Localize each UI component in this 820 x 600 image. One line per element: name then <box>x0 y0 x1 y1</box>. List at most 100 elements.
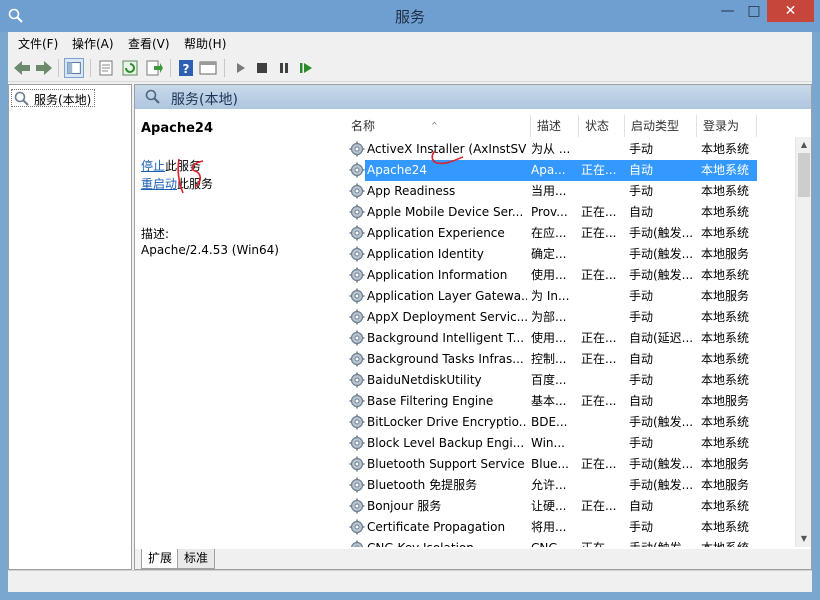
service-status: 正在... <box>581 268 617 282</box>
scroll-down-arrow-icon[interactable]: ▼ <box>796 531 811 547</box>
service-name: BaiduNetdiskUtility <box>367 373 482 387</box>
toolbar-separator <box>90 59 91 77</box>
description-text: Apache/2.4.53 (Win64) <box>141 243 279 257</box>
service-startup-type: 手动(触发... <box>629 538 693 547</box>
menu-file[interactable]: 文件(F) <box>18 35 58 52</box>
services-list: 名称 ^ 描述 状态 启动类型 登录为 ActiveX Installer (A… <box>345 109 811 547</box>
column-header-name[interactable]: 名称 ^ <box>345 115 531 137</box>
service-row[interactable]: ActiveX Installer (AxInstSV) 为从 ... 手动 本地系统 <box>345 139 795 160</box>
service-gear-icon <box>349 309 365 325</box>
column-header-startup-type[interactable]: 启动类型 <box>625 115 697 137</box>
vertical-scrollbar[interactable]: ▲ ▼ <box>795 137 811 547</box>
services-icon <box>145 89 160 104</box>
service-row[interactable]: Application Experience 在应... 正在... 手动(触发...… <box>345 223 795 244</box>
service-row[interactable]: Apple Mobile Device Ser... Prov... 正在... 自动… <box>345 202 795 223</box>
stop-service-link[interactable]: 停止 <box>141 159 165 173</box>
tree-item-label: 服务(本地) <box>34 93 92 107</box>
service-logon-as: 本地系统 <box>701 352 750 366</box>
minimize-button[interactable]: — <box>714 0 741 22</box>
service-status: 正在... <box>581 331 617 345</box>
service-logon-as: 本地系统 <box>701 331 750 345</box>
tab-extended[interactable]: 扩展 <box>141 549 180 569</box>
service-startup-type: 手动 <box>629 310 654 324</box>
service-name: Application Information <box>367 268 508 282</box>
menu-view[interactable]: 查看(V) <box>128 35 170 52</box>
service-name: Block Level Backup Engi... <box>367 436 525 450</box>
service-status: 正在... <box>581 499 617 513</box>
show-tree-icon[interactable] <box>64 58 84 78</box>
column-header-name-label: 名称 <box>351 119 376 133</box>
service-row[interactable]: Application Information 使用... 正在... 手动(触发..… <box>345 265 795 286</box>
services-pane: 服务(本地) Apache24 停止此服务 重启动此服务 描述: Apache/… <box>134 84 812 570</box>
service-row[interactable]: Certificate Propagation 将用... 手动 本地系统 <box>345 517 795 538</box>
view-tabs: 扩展 标准 <box>135 549 811 569</box>
service-row[interactable]: Background Tasks Infras... 控制... 正在... 自动 本地… <box>345 349 795 370</box>
service-row[interactable]: App Readiness 当用... 手动 本地系统 <box>345 181 795 202</box>
service-row[interactable]: Bonjour 服务 让硬... 正在... 自动 本地系统 <box>345 496 795 517</box>
service-gear-icon <box>349 162 365 178</box>
service-row[interactable]: AppX Deployment Servic... 为部... 手动 本地系统 <box>345 307 795 328</box>
restart-service-link[interactable]: 重启动 <box>141 177 177 191</box>
service-name: Application Identity <box>367 247 484 261</box>
restart-service-icon[interactable] <box>296 58 316 78</box>
column-header-logon-as[interactable]: 登录为 <box>697 115 757 137</box>
stop-service-icon[interactable] <box>252 58 272 78</box>
scroll-thumb[interactable] <box>798 153 810 197</box>
sort-ascending-icon: ^ <box>431 121 438 130</box>
title-bar: 服务 — □ ✕ <box>0 0 820 32</box>
tree-item-services-local[interactable]: 服务(本地) <box>11 89 95 107</box>
service-gear-icon <box>349 267 365 283</box>
service-description: 使用... <box>531 268 567 282</box>
menu-action[interactable]: 操作(A) <box>72 35 114 52</box>
service-startup-type: 手动(触发... <box>629 268 693 282</box>
service-logon-as: 本地系统 <box>701 373 750 387</box>
service-name: BitLocker Drive Encryptio... <box>367 415 527 429</box>
pause-service-icon[interactable] <box>274 58 294 78</box>
service-startup-type: 手动(触发... <box>629 415 693 429</box>
service-row[interactable]: Background Intelligent T... 使用... 正在... 自动(… <box>345 328 795 349</box>
service-detail-panel: Apache24 停止此服务 重启动此服务 描述: Apache/2.4.53 … <box>135 109 345 549</box>
column-header-description[interactable]: 描述 <box>531 115 579 137</box>
help-icon[interactable]: ? <box>176 58 196 78</box>
maximize-button[interactable]: □ <box>741 0 767 22</box>
console-window-icon[interactable] <box>198 58 218 78</box>
refresh-icon[interactable] <box>120 58 140 78</box>
service-name: Base Filtering Engine <box>367 394 494 408</box>
service-status: 正在... <box>581 394 617 408</box>
tab-standard[interactable]: 标准 <box>177 549 216 569</box>
toolbar-separator <box>224 59 225 77</box>
service-row[interactable]: Apache24 Apa... 正在... 自动 本地系统 <box>345 160 795 181</box>
service-description: BDE... <box>531 415 568 429</box>
service-row[interactable]: Application Identity 确定... 手动(触发... 本地服务 <box>345 244 795 265</box>
service-gear-icon <box>349 372 365 388</box>
service-row[interactable]: Block Level Backup Engi... Win... 手动 本地系统 <box>345 433 795 454</box>
service-startup-type: 手动 <box>629 373 654 387</box>
toolbar: ? <box>8 54 812 82</box>
service-row[interactable]: CNG Key Isolation CNG... 正在... 手动(触发... 本地系统 <box>345 538 795 547</box>
close-button[interactable]: ✕ <box>767 0 814 22</box>
scroll-up-arrow-icon[interactable]: ▲ <box>796 137 811 153</box>
service-row[interactable]: BitLocker Drive Encryptio... BDE... 手动(触发.… <box>345 412 795 433</box>
service-description: 为部... <box>531 310 567 324</box>
service-startup-type: 自动(延迟... <box>629 331 693 345</box>
column-header-status[interactable]: 状态 <box>579 115 625 137</box>
menu-help[interactable]: 帮助(H) <box>184 35 226 52</box>
start-service-icon[interactable] <box>230 58 250 78</box>
service-row[interactable]: Base Filtering Engine 基本... 正在... 自动 本地服务 <box>345 391 795 412</box>
service-logon-as: 本地系统 <box>701 436 750 450</box>
service-name: App Readiness <box>367 184 456 198</box>
service-row[interactable]: Bluetooth 免提服务 允许... 手动(触发... 本地服务 <box>345 475 795 496</box>
back-arrow-icon[interactable] <box>12 58 32 78</box>
service-row[interactable]: Bluetooth Support Service Blue... 正在... 手动(… <box>345 454 795 475</box>
export-list-icon[interactable] <box>144 58 164 78</box>
service-startup-type: 自动 <box>629 205 654 219</box>
service-row[interactable]: BaiduNetdiskUtility 百度... 手动 本地系统 <box>345 370 795 391</box>
service-startup-type: 手动 <box>629 520 654 534</box>
properties-icon[interactable] <box>96 58 116 78</box>
service-row[interactable]: Application Layer Gatewa... 为 In... 手动 本地服务 <box>345 286 795 307</box>
service-description: Apa... <box>531 163 566 177</box>
restart-service-row: 重启动此服务 <box>141 175 213 192</box>
service-description: 为从 ... <box>531 142 571 156</box>
service-name: Application Experience <box>367 226 505 240</box>
forward-arrow-icon[interactable] <box>34 58 54 78</box>
